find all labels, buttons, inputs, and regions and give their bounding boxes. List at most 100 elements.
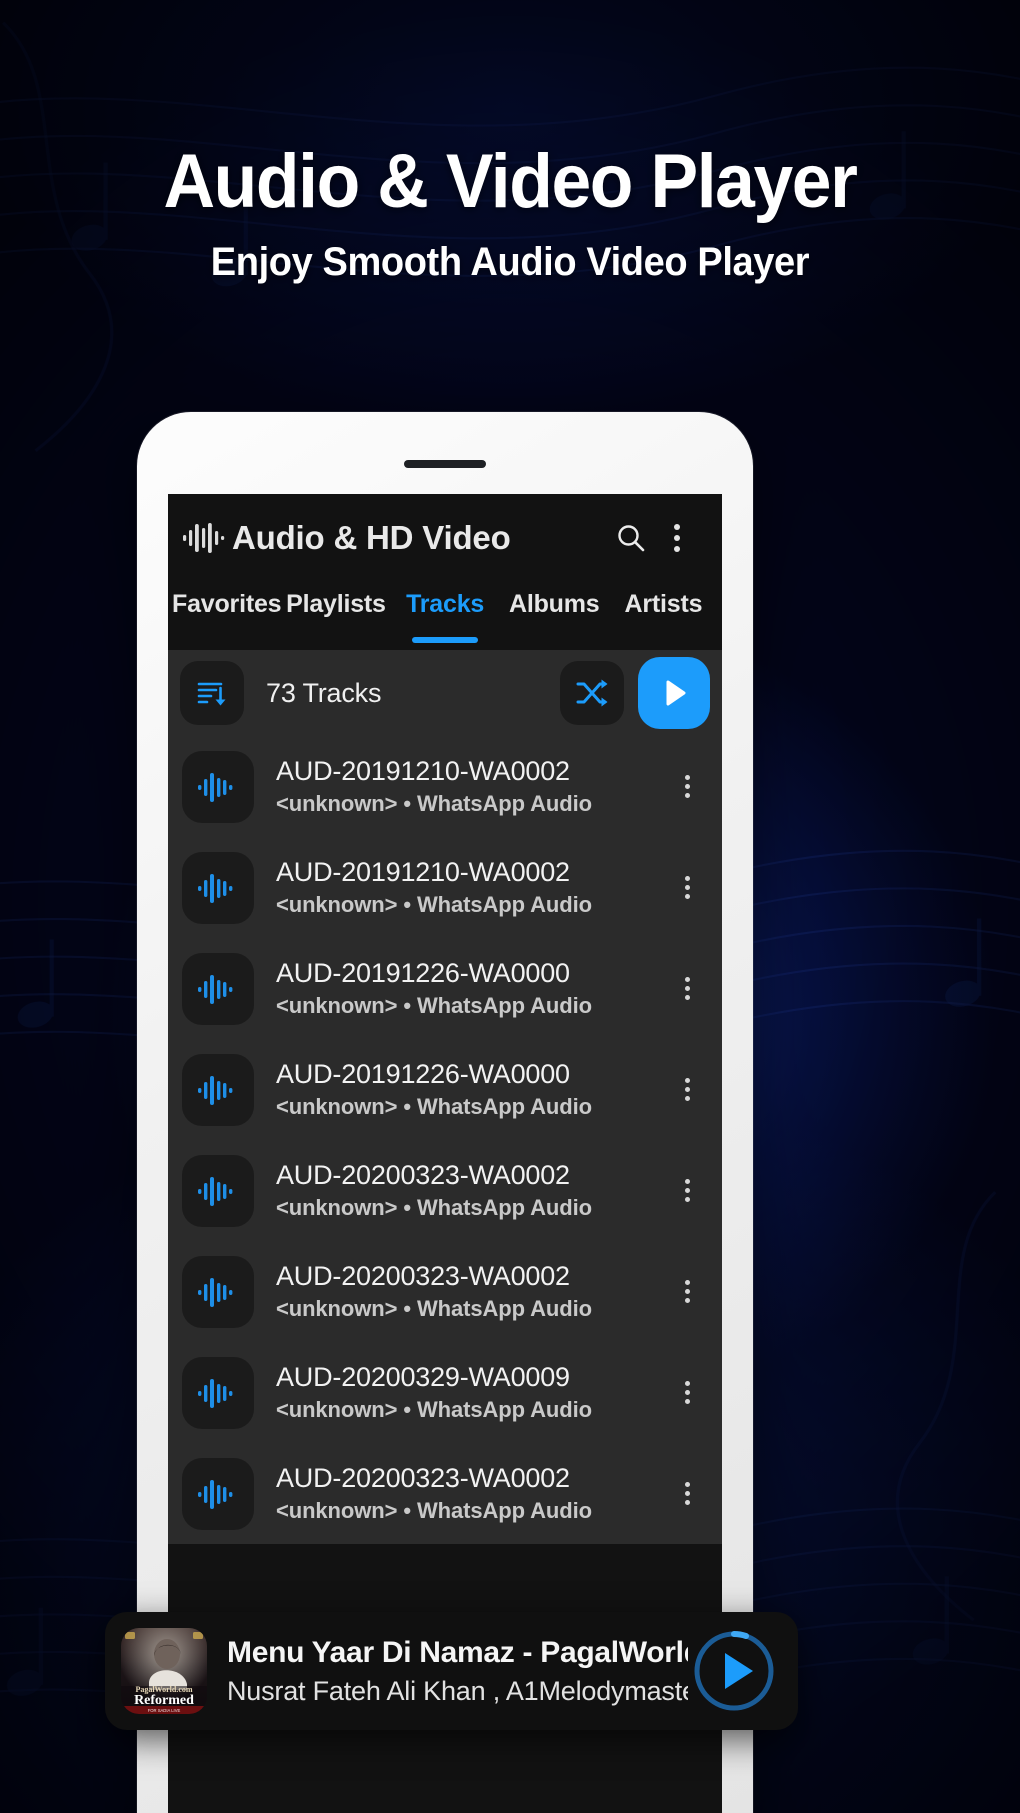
track-info: AUD-20191210-WA0002 <unknown> • WhatsApp… (276, 756, 666, 817)
tab-label: Favorites (172, 590, 282, 618)
track-info: AUD-20200323-WA0002 <unknown> • WhatsApp… (276, 1160, 666, 1221)
table-row[interactable]: AUD-20200323-WA0002 <unknown> • WhatsApp… (168, 1443, 722, 1544)
track-artist: <unknown> (276, 1094, 398, 1119)
tab-label: Artists (624, 590, 703, 618)
track-separator: • (403, 1094, 411, 1119)
kebab-menu-icon (684, 771, 690, 802)
kebab-menu-icon (684, 1478, 690, 1509)
now-playing-artwork: PagalWorld.com Reformed FOR SADIA LIVE (121, 1628, 207, 1714)
kebab-menu-icon (684, 1175, 690, 1206)
track-subtitle: <unknown> • WhatsApp Audio (276, 791, 666, 817)
track-title: AUD-20200323-WA0002 (276, 1261, 570, 1291)
kebab-menu-icon (674, 519, 680, 557)
tab-playlists[interactable]: Playlists (281, 582, 390, 650)
phone-earpiece-speaker (404, 460, 486, 468)
play-icon (666, 680, 686, 706)
promo-headline: Audio & Video Player (163, 139, 857, 224)
audio-wave-icon (198, 1378, 233, 1408)
table-row[interactable]: AUD-20191226-WA0000 <unknown> • WhatsApp… (168, 1039, 722, 1140)
track-title: AUD-20200323-WA0002 (276, 1463, 570, 1493)
shuffle-icon (576, 679, 608, 707)
track-info: AUD-20191226-WA0000 <unknown> • WhatsApp… (276, 958, 666, 1019)
track-overflow-button[interactable] (666, 771, 708, 802)
track-subtitle: <unknown> • WhatsApp Audio (276, 993, 666, 1019)
search-button[interactable] (608, 522, 654, 554)
kebab-menu-icon (684, 1276, 690, 1307)
track-title: AUD-20200329-WA0009 (276, 1362, 570, 1392)
table-row[interactable]: AUD-20191226-WA0000 <unknown> • WhatsApp… (168, 938, 722, 1039)
track-artist: <unknown> (276, 1296, 398, 1321)
track-list[interactable]: AUD-20191210-WA0002 <unknown> • WhatsApp… (168, 736, 722, 1544)
tab-indicator (521, 637, 587, 643)
tab-albums[interactable]: Albums (500, 582, 609, 650)
track-info: AUD-20200323-WA0002 <unknown> • WhatsApp… (276, 1463, 666, 1524)
track-artist: <unknown> (276, 791, 398, 816)
track-subtitle: <unknown> • WhatsApp Audio (276, 1397, 666, 1423)
table-row[interactable]: AUD-20200329-WA0009 <unknown> • WhatsApp… (168, 1342, 722, 1443)
track-overflow-button[interactable] (666, 973, 708, 1004)
table-row[interactable]: AUD-20191210-WA0002 <unknown> • WhatsApp… (168, 837, 722, 938)
tab-label: Tracks (406, 590, 485, 618)
track-title: AUD-20191210-WA0002 (276, 857, 570, 887)
overflow-menu-button[interactable] (654, 519, 700, 557)
track-album: WhatsApp Audio (416, 1397, 592, 1422)
sort-button[interactable] (180, 661, 244, 725)
table-row[interactable]: AUD-20191210-WA0002 <unknown> • WhatsApp… (168, 736, 722, 837)
promo-text-block: Audio & Video Player Enjoy Smooth Audio … (0, 140, 1020, 286)
phone-mockup: Audio & HD Video Favorites Playlists Tra… (137, 412, 753, 1813)
audio-wave-icon (198, 1075, 233, 1105)
track-album: WhatsApp Audio (416, 1498, 592, 1523)
now-playing-bar[interactable]: PagalWorld.com Reformed FOR SADIA LIVE M… (105, 1612, 798, 1730)
track-overflow-button[interactable] (666, 872, 708, 903)
tab-artists[interactable]: Artists (609, 582, 718, 650)
now-playing-title: Menu Yaar Di Namaz - PagalWorld.com (227, 1635, 688, 1669)
tab-bar: Favorites Playlists Tracks Albums Artist… (168, 582, 722, 650)
track-artist: <unknown> (276, 993, 398, 1018)
track-info: AUD-20200323-WA0002 <unknown> • WhatsApp… (276, 1261, 666, 1322)
track-subtitle: <unknown> • WhatsApp Audio (276, 1195, 666, 1221)
tab-favorites[interactable]: Favorites (172, 582, 282, 650)
track-album: WhatsApp Audio (416, 1094, 592, 1119)
svg-text:Reformed: Reformed (134, 1693, 194, 1708)
play-all-button[interactable] (638, 657, 710, 729)
track-artwork (182, 1356, 254, 1429)
app-title: Audio & HD Video (232, 519, 511, 556)
track-artwork (182, 1255, 254, 1328)
track-count-label: 73 Tracks (266, 677, 382, 708)
tab-indicator (630, 637, 696, 643)
track-overflow-button[interactable] (666, 1478, 708, 1509)
sort-descending-icon (197, 682, 226, 706)
track-overflow-button[interactable] (666, 1074, 708, 1105)
svg-text:FOR SADIA LIVE: FOR SADIA LIVE (148, 1708, 181, 1713)
track-album: WhatsApp Audio (416, 791, 592, 816)
track-artist: <unknown> (276, 1195, 398, 1220)
promo-stage: Audio & Video Player Enjoy Smooth Audio … (0, 0, 1020, 1813)
audio-wave-icon (198, 1176, 233, 1206)
track-artwork (182, 1053, 254, 1126)
track-overflow-button[interactable] (666, 1276, 708, 1307)
now-playing-artist: Nusrat Fateh Ali Khan , A1Melodymaster (227, 1675, 688, 1706)
track-separator: • (403, 993, 411, 1018)
track-separator: • (403, 1498, 411, 1523)
table-row[interactable]: AUD-20200323-WA0002 <unknown> • WhatsApp… (168, 1140, 722, 1241)
track-overflow-button[interactable] (666, 1377, 708, 1408)
track-album: WhatsApp Audio (416, 993, 592, 1018)
kebab-menu-icon (684, 1377, 690, 1408)
track-separator: • (403, 1195, 411, 1220)
track-separator: • (403, 791, 411, 816)
audio-wave-icon (198, 974, 233, 1004)
kebab-menu-icon (684, 1074, 690, 1105)
track-artwork (182, 1154, 254, 1227)
track-subtitle: <unknown> • WhatsApp Audio (276, 1498, 666, 1524)
album-cover-image: PagalWorld.com Reformed FOR SADIA LIVE (121, 1628, 207, 1714)
shuffle-button[interactable] (560, 661, 624, 725)
table-row[interactable]: AUD-20200323-WA0002 <unknown> • WhatsApp… (168, 1241, 722, 1342)
audio-wave-icon (198, 1479, 233, 1509)
track-overflow-button[interactable] (666, 1175, 708, 1206)
track-info: AUD-20191226-WA0000 <unknown> • WhatsApp… (276, 1059, 666, 1120)
track-album: WhatsApp Audio (416, 1195, 592, 1220)
now-playing-play-button[interactable] (688, 1625, 780, 1717)
track-separator: • (403, 1397, 411, 1422)
tab-tracks[interactable]: Tracks (391, 582, 500, 650)
track-title: AUD-20191226-WA0000 (276, 1059, 570, 1089)
